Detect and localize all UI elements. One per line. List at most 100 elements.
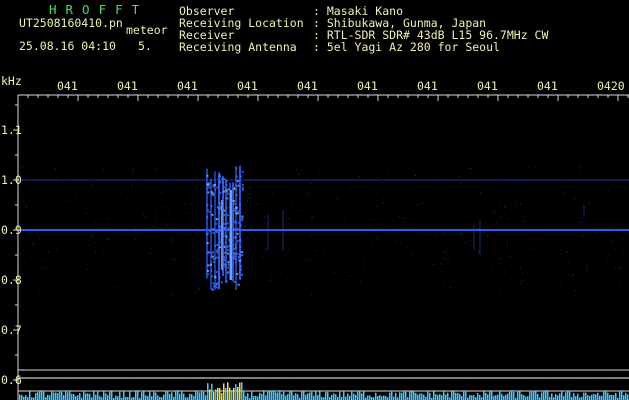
y-tick-label: 1.0	[1, 173, 22, 187]
noise-speckle	[520, 261, 522, 263]
x-tick-label: 041	[117, 79, 138, 93]
spectrum-bar	[507, 393, 509, 400]
noise-speckle	[541, 239, 543, 241]
noise-speckle	[435, 233, 437, 235]
noise-speckle	[377, 237, 379, 239]
meteor-echo-pixel	[218, 232, 221, 235]
spectrum-bar	[355, 394, 357, 400]
noise-speckle	[458, 176, 460, 178]
noise-speckle	[92, 184, 94, 186]
noise-speckle	[172, 182, 174, 184]
noise-speckle	[488, 167, 490, 169]
noise-speckle	[470, 168, 472, 170]
spectrum-bar	[547, 391, 549, 400]
noise-speckle	[484, 181, 486, 183]
noise-speckle	[433, 263, 435, 265]
meteor-echo-pixel	[239, 277, 242, 280]
meteor-echo-pixel	[206, 216, 209, 219]
noise-speckle	[193, 283, 195, 285]
noise-speckle	[319, 173, 321, 175]
meteor-echo-pixel	[210, 255, 213, 258]
noise-speckle	[465, 275, 467, 277]
spectrum-bar	[391, 390, 393, 400]
noise-speckle	[269, 280, 271, 282]
spectrum-bar	[325, 392, 327, 400]
meteor-echo-pixel	[207, 273, 210, 276]
spectrum-bar	[63, 395, 65, 400]
spectrum-bar	[123, 390, 125, 400]
noise-speckle	[132, 184, 134, 186]
spectrum-bar	[619, 390, 621, 400]
spectrum-bar	[71, 393, 73, 400]
spectrum-bar	[327, 391, 329, 400]
meteor-echo-pixel	[241, 254, 244, 257]
spectrum-bar	[541, 392, 543, 400]
noise-speckle	[186, 274, 188, 276]
meteor-echo-pixel	[235, 209, 238, 212]
noise-speckle	[82, 232, 84, 234]
noise-speckle	[124, 279, 126, 281]
noise-speckle	[360, 281, 362, 283]
spectrum-bar	[229, 387, 231, 400]
noise-speckle	[69, 233, 71, 235]
noise-speckle	[318, 225, 320, 227]
noise-speckle	[196, 225, 198, 227]
noise-speckle	[407, 249, 409, 251]
meteor-echo-pixel	[227, 192, 230, 195]
spectrum-bar	[487, 394, 489, 400]
spectrum-bar	[151, 396, 153, 400]
noise-speckle	[87, 244, 89, 246]
spectrum-bar	[263, 390, 265, 400]
noise-speckle	[247, 196, 249, 198]
noise-speckle	[152, 276, 154, 278]
noise-speckle	[591, 220, 593, 222]
noise-speckle	[585, 267, 587, 269]
meteor-echo-pixel	[240, 215, 243, 218]
noise-speckle	[132, 170, 134, 172]
noise-speckle	[356, 238, 358, 240]
spectrum-bar	[21, 394, 23, 400]
noise-speckle	[322, 253, 324, 255]
spectrum-bar	[195, 391, 197, 400]
noise-speckle	[607, 289, 609, 291]
filename-label: UT2508160410.pn	[19, 16, 123, 30]
meteor-echo-pixel	[233, 227, 236, 230]
meteor-echo-pixel	[218, 174, 221, 177]
noise-speckle	[602, 228, 604, 230]
spectrum-bar	[291, 391, 293, 400]
noise-speckle	[599, 246, 601, 248]
noise-speckle	[610, 169, 612, 171]
noise-speckle	[258, 178, 260, 180]
noise-speckle	[373, 266, 375, 268]
spectrum-bar	[535, 391, 537, 400]
noise-speckle	[75, 196, 77, 198]
meteor-echo-pixel	[235, 212, 238, 215]
noise-speckle	[519, 203, 521, 205]
noise-speckle	[309, 182, 311, 184]
spectrum-bar	[277, 392, 279, 400]
spectrum-bar	[491, 391, 493, 400]
noise-speckle	[260, 236, 262, 238]
spectrum-bar	[375, 392, 377, 400]
noise-speckle	[497, 234, 499, 236]
noise-speckle	[586, 269, 588, 271]
noise-speckle	[499, 294, 501, 296]
noise-speckle	[441, 256, 443, 258]
spectrum-bar	[209, 389, 211, 400]
spectrum-bar	[473, 395, 475, 400]
noise-speckle	[388, 173, 390, 175]
noise-speckle	[150, 281, 152, 283]
spectrum-bar	[111, 390, 113, 400]
spectrum-bar	[607, 392, 609, 400]
noise-speckle	[493, 212, 495, 214]
noise-speckle	[371, 243, 373, 245]
meteor-echo-pixel	[236, 252, 239, 255]
noise-speckle	[586, 234, 588, 236]
spectrum-bar	[149, 391, 151, 400]
meteor-echo-pixel	[241, 170, 244, 173]
spectrum-bar	[37, 392, 39, 400]
noise-speckle	[62, 182, 64, 184]
noise-speckle	[244, 173, 246, 175]
noise-speckle	[534, 167, 536, 169]
meteor-echo-pixel	[235, 246, 238, 249]
